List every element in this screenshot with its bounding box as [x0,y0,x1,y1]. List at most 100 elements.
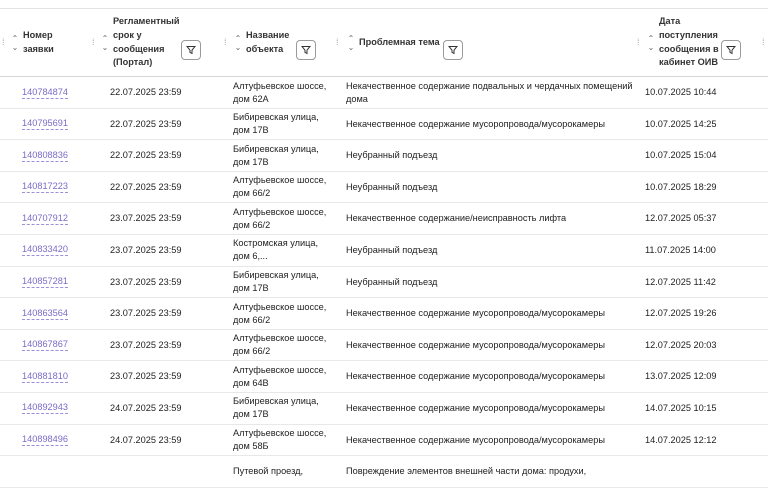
cell-object: Алтуфьевское шоссе, дом 66/2 [233,172,333,203]
column-header-deadline-label: Регламентный срок у сообщения (Портал) [113,16,180,68]
request-number-link[interactable]: 140808836 [22,150,68,162]
topic-text: Некачественное содержание мусоропровода/… [346,308,605,319]
object-name: Алтуфьевское шоссе, дом 66/2 [233,206,327,230]
sort-arrows-icon[interactable]: ⌃ ⌄ [646,34,656,52]
sort-arrows-icon[interactable]: ⌃ ⌄ [346,34,356,52]
cell-deadline: 22.07.2025 23:59 [110,181,182,192]
table-header: ⁞ ⌃ ⌄ Номер заявки ⁞ ⌃ ⌄ Регламентный срок… [0,9,768,77]
cell-number: 140857281 [22,267,92,298]
cell-deadline: 24.07.2025 23:59 [110,402,182,413]
request-number-link[interactable]: 140833420 [22,244,68,257]
table-row[interactable]: 140867867 23.07.2025 23:59 Алтуфьевское шо… [0,330,768,362]
cell-topic: Неубранный подъезд [346,140,636,171]
cell-deadline: 24.07.2025 23:59 [110,434,182,445]
cell-object: Алтуфьевское шоссе, дом 66/2 [233,203,333,234]
table-row[interactable]: 140863564 23.07.2025 23:59 Алтуфьевское шо… [0,298,768,330]
cell-received: 10.07.2025 10:44 [645,87,717,97]
table-row[interactable]: Путевой проезд, Повреждение элементов вне… [0,456,768,488]
cell-number: 140898496 [22,425,92,456]
table-row[interactable]: 140881810 23.07.2025 23:59 Алтуфьевское шо… [0,361,768,393]
sort-arrows-icon[interactable]: ⌃ ⌄ [233,34,243,52]
request-number-link[interactable]: 140867867 [22,339,68,352]
request-number-link[interactable]: 140881810 [22,371,68,383]
topic-text: Некачественное содержание подвальных и ч… [346,80,633,104]
table-row[interactable]: 140808836 22.07.2025 23:59 Бибиревская ули… [0,140,768,172]
table-row[interactable]: 140892943 24.07.2025 23:59 Бибиревская ули… [0,393,768,425]
cell-object: Бибиревская улица, дом 17В [233,109,333,140]
request-number-link[interactable]: 140707912 [22,213,68,225]
cell-deadline: 23.07.2025 23:59 [110,276,182,287]
request-number-link[interactable]: 140795691 [22,118,68,131]
cell-received: 14.07.2025 10:15 [645,402,717,413]
table-row[interactable]: 140784874 22.07.2025 23:59 Алтуфьевское шо… [0,77,768,109]
cell-number: 140892943 [22,393,92,424]
requests-table: ⁞ ⌃ ⌄ Номер заявки ⁞ ⌃ ⌄ Регламентный срок… [0,0,768,488]
table-row[interactable]: 140817223 22.07.2025 23:59 Алтуфьевское шо… [0,172,768,204]
cell-object: Костромская улица, дом 6,... [233,235,333,266]
cell-deadline: 22.07.2025 23:59 [110,87,182,97]
filter-button-topic[interactable] [443,40,463,60]
cell-number: 140808836 [22,140,92,171]
request-number-link[interactable]: 140817223 [22,181,68,194]
cell-number: 140817223 [22,172,92,203]
filter-button-deadline[interactable] [181,40,201,60]
cell-deadline: 23.07.2025 23:59 [110,213,182,224]
filter-icon [448,46,458,55]
sort-arrows-icon[interactable]: ⌃ ⌄ [10,34,20,52]
cell-object: Алтуфьевское шоссе, дом 62А [233,77,333,108]
cell-received: 13.07.2025 12:09 [645,371,717,382]
topic-text: Некачественное содержание мусоропровода/… [346,434,605,445]
request-number-link[interactable]: 140784874 [22,87,68,99]
drag-handle-icon[interactable]: ⁞ [2,37,5,47]
topic-text: Неубранный подъезд [346,244,438,255]
cell-number [22,456,92,487]
cell-topic: Некачественное содержание мусоропровода/… [346,361,636,392]
drag-handle-icon[interactable]: ⁞ [762,37,765,47]
cell-received: 14.07.2025 12:12 [645,434,717,445]
request-number-link[interactable]: 140898496 [22,434,68,447]
cell-object: Алтуфьевское шоссе, дом 58Б [233,425,333,456]
column-header-topic[interactable]: ⌃ ⌄ Проблемная тема [346,9,444,76]
cell-received: 12.07.2025 11:42 [645,276,716,287]
topic-text: Неубранный подъезд [346,181,438,192]
request-number-link[interactable]: 140863564 [22,308,68,320]
cell-deadline: 22.07.2025 23:59 [110,150,182,161]
drag-handle-icon[interactable]: ⁞ [637,37,640,47]
topic-text: Неубранный подъезд [346,276,438,287]
cell-topic: Неубранный подъезд [346,172,636,203]
drag-handle-icon[interactable]: ⁞ [224,37,227,47]
cell-deadline: 23.07.2025 23:59 [110,308,182,319]
table-row[interactable]: 140707912 23.07.2025 23:59 Алтуфьевское шо… [0,203,768,235]
table-row[interactable]: 140833420 23.07.2025 23:59 Костромская ули… [0,235,768,267]
cell-deadline [110,456,220,487]
object-name: Бибиревская улица, дом 17В [233,112,319,136]
cell-topic: Некачественное содержание мусоропровода/… [346,109,636,140]
column-header-number[interactable]: ⌃ ⌄ Номер заявки [10,9,73,76]
cell-object: Алтуфьевское шоссе, дом 64В [233,361,333,392]
column-header-deadline[interactable]: ⌃ ⌄ Регламентный срок у сообщения (Портал… [100,9,183,76]
filter-button-object[interactable] [296,40,316,60]
filter-icon [186,46,196,55]
column-header-topic-label: Проблемная тема [359,36,440,47]
cell-received: 12.07.2025 19:26 [645,308,717,319]
request-number-link[interactable]: 140892943 [22,402,68,415]
drag-handle-icon[interactable]: ⁞ [92,37,95,47]
cell-number: 140833420 [22,235,92,266]
column-header-object[interactable]: ⌃ ⌄ Название объекта [233,9,296,76]
object-name: Алтуфьевское шоссе, дом 58Б [233,428,327,452]
drag-handle-icon[interactable]: ⁞ [336,37,339,47]
table-row[interactable]: 140795691 22.07.2025 23:59 Бибиревская ули… [0,109,768,141]
cell-number: 140863564 [22,298,92,329]
filter-icon [301,46,311,55]
object-name: Бибиревская улица, дом 17В [233,396,319,420]
topic-text: Некачественное содержание мусоропровода/… [346,402,605,413]
table-row[interactable]: 140857281 23.07.2025 23:59 Бибиревская ули… [0,267,768,299]
filter-button-received[interactable] [721,40,741,60]
cell-topic: Неубранный подъезд [346,235,636,266]
cell-object: Бибиревская улица, дом 17В [233,393,333,424]
table-row[interactable]: 140898496 24.07.2025 23:59 Алтуфьевское шо… [0,425,768,457]
object-name: Алтуфьевское шоссе, дом 66/2 [233,333,327,357]
request-number-link[interactable]: 140857281 [22,276,68,289]
sort-arrows-icon[interactable]: ⌃ ⌄ [100,34,110,52]
column-header-received[interactable]: ⌃ ⌄ Дата поступления сообщения в кабинет … [646,9,719,76]
